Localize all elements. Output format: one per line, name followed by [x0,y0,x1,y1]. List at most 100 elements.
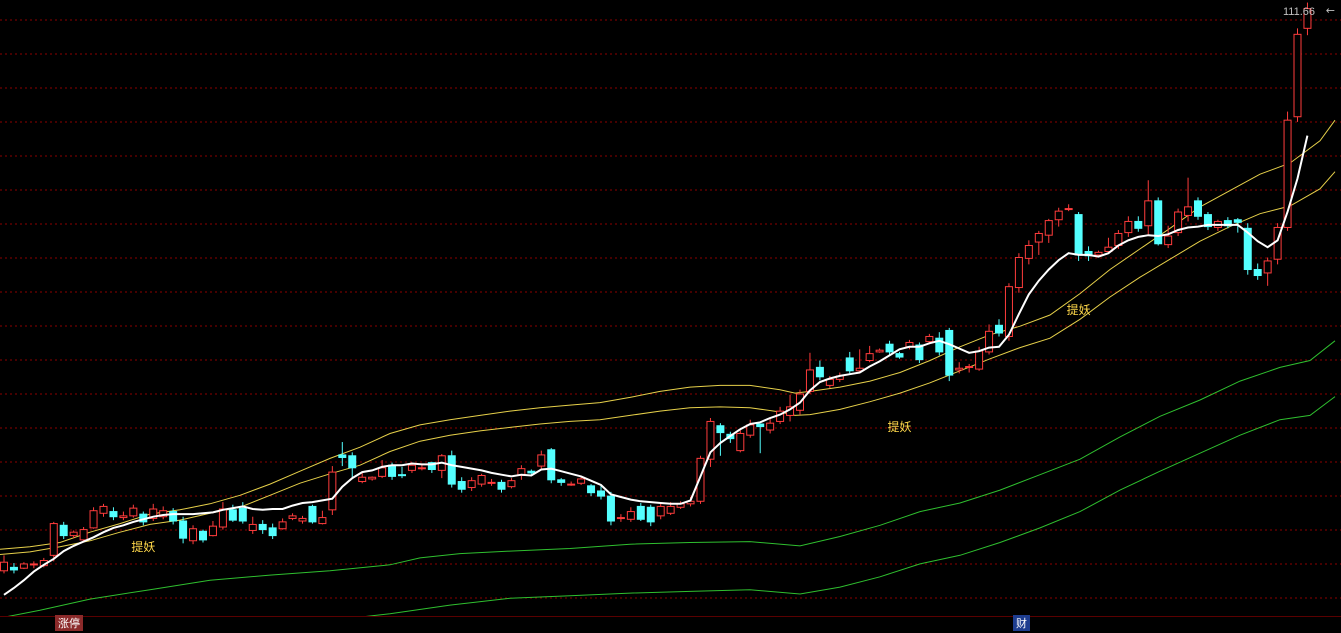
candle[interactable] [288,513,297,521]
candle[interactable] [378,460,387,479]
candle[interactable] [1014,253,1023,293]
candle[interactable] [606,491,615,526]
candle[interactable] [109,507,118,521]
candle[interactable] [1203,212,1212,231]
candle[interactable] [626,507,635,522]
candle[interactable] [447,450,456,488]
candle[interactable] [9,563,18,574]
candle[interactable] [945,327,954,382]
candle[interactable] [179,516,188,544]
candle[interactable] [507,478,516,489]
candle[interactable] [119,511,128,521]
candle[interactable] [1144,180,1153,235]
candle[interactable] [1273,223,1282,265]
candle[interactable] [985,324,994,355]
candle-body [318,517,327,525]
candle[interactable] [845,351,854,374]
candle[interactable] [308,504,317,524]
candle-body [1233,219,1242,223]
candle[interactable] [368,476,377,481]
candle-body [597,490,605,497]
candle[interactable] [1263,257,1272,286]
candle[interactable] [547,448,556,484]
candle[interactable] [19,562,28,570]
candle[interactable] [716,423,725,456]
candle[interactable] [0,555,8,574]
candle[interactable] [636,502,645,522]
candle[interactable] [328,466,337,515]
candle-body [527,470,536,474]
candle-body [656,505,665,517]
candle[interactable] [855,349,864,373]
candle[interactable] [587,484,596,497]
candle[interactable] [278,518,287,530]
candle[interactable] [567,481,576,486]
candle[interactable] [766,418,775,434]
candle[interactable] [258,520,267,534]
candle[interactable] [89,507,98,529]
candle[interactable] [129,504,138,518]
candle[interactable] [1084,246,1093,261]
candle[interactable] [1024,240,1033,265]
candle-body [606,495,615,522]
candle-body [99,505,108,514]
candle[interactable] [517,465,526,480]
candle[interactable] [1184,177,1193,222]
candle[interactable] [736,429,745,453]
candle[interactable] [457,477,466,493]
candle[interactable] [875,348,884,353]
candle[interactable] [646,504,655,527]
limit-up-tag[interactable]: 涨停 [55,615,83,631]
candle[interactable] [348,452,357,478]
candle[interactable] [477,473,486,487]
candle[interactable] [218,502,227,530]
candle[interactable] [159,506,168,520]
candle[interactable] [557,478,566,486]
candle[interactable] [467,477,476,491]
candle[interactable] [437,454,446,479]
candle[interactable] [49,521,58,562]
candle[interactable] [1164,225,1173,249]
candle[interactable] [1253,263,1262,280]
candle[interactable] [616,514,625,522]
candle[interactable] [1034,230,1043,255]
candle[interactable] [1044,218,1053,243]
candle[interactable] [1004,283,1013,341]
candle[interactable] [895,351,904,359]
candle[interactable] [338,442,347,467]
candle[interactable] [29,561,38,569]
candle[interactable] [497,479,506,493]
candle[interactable] [487,478,496,486]
candle[interactable] [865,345,874,363]
finance-tag[interactable]: 财 [1013,615,1030,631]
candle[interactable] [79,527,88,542]
price-chart[interactable] [0,0,1341,633]
candle[interactable] [398,466,406,479]
candle[interactable] [189,525,198,545]
candle[interactable] [248,516,257,534]
candle[interactable] [59,521,68,540]
candle[interactable] [756,423,765,454]
candle[interactable] [298,515,307,524]
candle[interactable] [935,332,944,356]
candle[interactable] [318,510,327,525]
candle[interactable] [208,521,217,537]
candle[interactable] [746,419,755,438]
candle[interactable] [1124,216,1133,237]
candle[interactable] [815,360,824,381]
candle[interactable] [995,319,1003,337]
candle[interactable] [1293,28,1302,122]
candle[interactable] [656,503,665,520]
candle[interactable] [99,503,108,517]
candle[interactable] [199,529,207,543]
candle[interactable] [1134,216,1143,232]
candle-body [995,324,1003,334]
candle-body [1144,200,1153,227]
candle[interactable] [268,523,277,540]
candle[interactable] [149,503,158,522]
candle[interactable] [1154,197,1163,246]
candle[interactable] [1064,204,1073,212]
candle[interactable] [537,450,546,470]
candle[interactable] [1194,197,1202,220]
candle-body [9,566,18,571]
